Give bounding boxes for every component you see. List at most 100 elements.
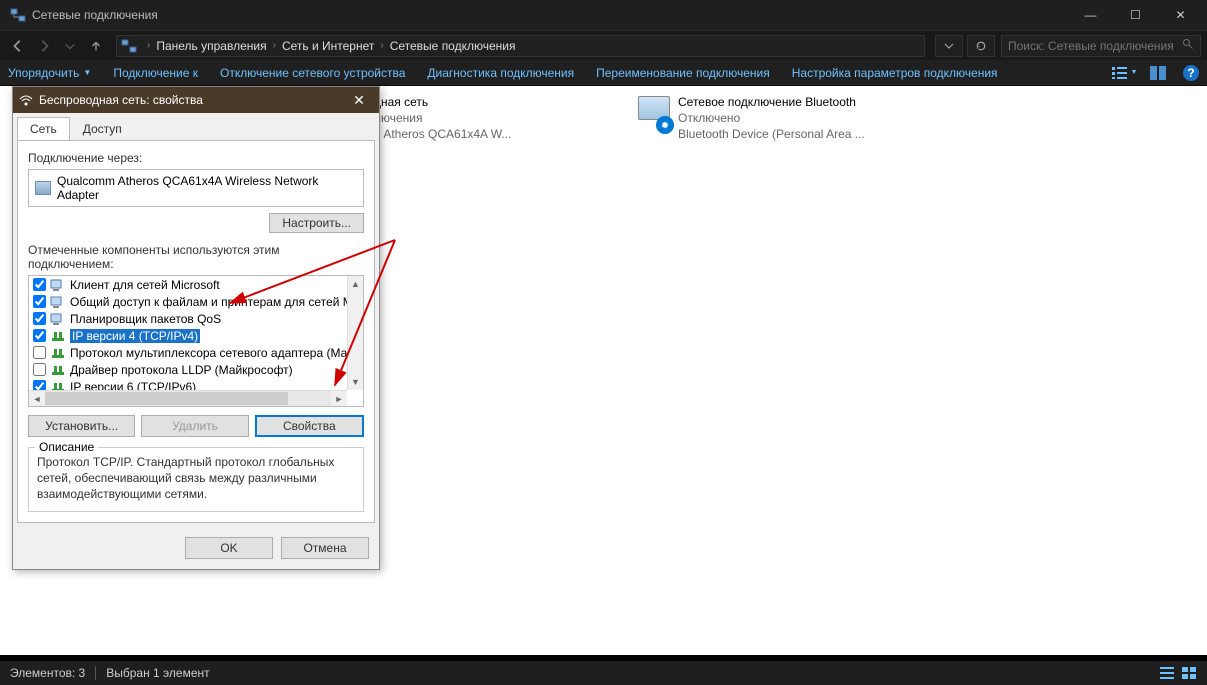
search-box[interactable] bbox=[1001, 35, 1201, 57]
close-button[interactable]: ✕ bbox=[1158, 0, 1203, 30]
connection-item[interactable]: ⁕ Сетевое подключение Bluetooth Отключен… bbox=[634, 94, 874, 143]
crumb-network-connections[interactable]: Сетевые подключения bbox=[390, 39, 516, 53]
scroll-left-icon[interactable]: ◄ bbox=[29, 391, 45, 406]
crumb-network-internet[interactable]: Сеть и Интернет bbox=[282, 39, 374, 53]
description-group: Описание Протокол TCP/IP. Стандартный пр… bbox=[28, 447, 364, 512]
component-item[interactable]: Драйвер протокола LLDP (Майкрософт) bbox=[29, 361, 347, 378]
bluetooth-connection-icon: ⁕ bbox=[634, 94, 674, 134]
component-checkbox[interactable] bbox=[33, 278, 46, 291]
preview-pane-button[interactable] bbox=[1143, 63, 1173, 83]
components-label: Отмеченные компоненты используются этим … bbox=[28, 243, 364, 271]
component-label: Драйвер протокола LLDP (Майкрософт) bbox=[70, 363, 293, 377]
component-label: Протокол мультиплексора сетевого адаптер… bbox=[70, 346, 347, 360]
network-component-icon bbox=[50, 278, 66, 292]
horizontal-scrollbar[interactable]: ◄ ► bbox=[29, 390, 347, 406]
tab-network[interactable]: Сеть bbox=[17, 117, 70, 140]
connect-via-label: Подключение через: bbox=[28, 151, 364, 165]
component-label: Клиент для сетей Microsoft bbox=[70, 278, 220, 292]
dialog-title-bar[interactable]: Беспроводная сеть: свойства ✕ bbox=[13, 87, 379, 113]
connection-item[interactable]: дная сеть лючения n Atheros QCA61x4A W..… bbox=[370, 94, 610, 143]
cancel-button[interactable]: Отмена bbox=[281, 537, 369, 559]
scroll-up-icon[interactable]: ▲ bbox=[348, 276, 363, 292]
component-item[interactable]: Клиент для сетей Microsoft bbox=[29, 276, 347, 293]
component-item[interactable]: Протокол мультиплексора сетевого адаптер… bbox=[29, 344, 347, 361]
details-view-icon[interactable] bbox=[1159, 665, 1175, 681]
adapter-icon bbox=[35, 181, 51, 195]
component-checkbox[interactable] bbox=[33, 363, 46, 376]
chevron-right-icon: › bbox=[147, 40, 150, 51]
tab-access[interactable]: Доступ bbox=[70, 117, 135, 140]
network-component-icon bbox=[50, 329, 66, 343]
minimize-button[interactable]: — bbox=[1068, 0, 1113, 30]
window-title-bar: Сетевые подключения — ☐ ✕ bbox=[0, 0, 1207, 30]
adapter-field: Qualcomm Atheros QCA61x4A Wireless Netwo… bbox=[28, 169, 364, 207]
network-component-icon bbox=[50, 346, 66, 360]
toolbar-diagnose[interactable]: Диагностика подключения bbox=[427, 66, 574, 80]
connection-name: Сетевое подключение Bluetooth bbox=[678, 94, 865, 110]
component-label: Планировщик пакетов QoS bbox=[70, 312, 221, 326]
forward-button[interactable] bbox=[32, 34, 56, 58]
crumb-control-panel[interactable]: Панель управления bbox=[156, 39, 266, 53]
toolbar-settings[interactable]: Настройка параметров подключения bbox=[792, 66, 998, 80]
network-component-icon bbox=[50, 312, 66, 326]
component-label: Общий доступ к файлам и принтерам для се… bbox=[70, 295, 347, 309]
component-item[interactable]: Планировщик пакетов QoS bbox=[29, 310, 347, 327]
connection-name: дная сеть bbox=[374, 94, 511, 110]
up-button[interactable] bbox=[84, 34, 108, 58]
vertical-scrollbar[interactable]: ▲ ▼ bbox=[347, 276, 363, 390]
connection-status: лючения bbox=[374, 110, 511, 126]
properties-button[interactable]: Свойства bbox=[255, 415, 364, 437]
ok-button[interactable]: OK bbox=[185, 537, 273, 559]
scroll-right-icon[interactable]: ► bbox=[331, 391, 347, 406]
toolbar-disable[interactable]: Отключение сетевого устройства bbox=[220, 66, 405, 80]
connection-device: n Atheros QCA61x4A W... bbox=[374, 126, 511, 142]
back-button[interactable] bbox=[6, 34, 30, 58]
toolbar: Упорядочить▼ Подключение к Отключение се… bbox=[0, 60, 1207, 86]
search-icon bbox=[1182, 38, 1194, 53]
view-options-button[interactable]: ▼ bbox=[1109, 63, 1139, 83]
component-label: IP версии 4 (TCP/IPv4) bbox=[70, 329, 200, 343]
network-component-icon bbox=[50, 295, 66, 309]
scroll-thumb[interactable] bbox=[45, 392, 288, 405]
toolbar-connect[interactable]: Подключение к bbox=[113, 66, 198, 80]
refresh-button[interactable] bbox=[967, 35, 995, 57]
component-item[interactable]: IP версии 6 (TCP/IPv6) bbox=[29, 378, 347, 390]
properties-dialog: Беспроводная сеть: свойства ✕ Сеть Досту… bbox=[12, 86, 380, 570]
address-dropdown-button[interactable] bbox=[935, 35, 963, 57]
components-list: Клиент для сетей Microsoft Общий доступ к… bbox=[28, 275, 364, 407]
install-button[interactable]: Установить... bbox=[28, 415, 135, 437]
adapter-name: Qualcomm Atheros QCA61x4A Wireless Netwo… bbox=[57, 174, 357, 202]
network-component-icon bbox=[50, 380, 66, 391]
component-checkbox[interactable] bbox=[33, 346, 46, 359]
organize-menu[interactable]: Упорядочить▼ bbox=[8, 66, 91, 80]
recent-locations-button[interactable] bbox=[58, 34, 82, 58]
maximize-button[interactable]: ☐ bbox=[1113, 0, 1158, 30]
component-checkbox[interactable] bbox=[33, 380, 46, 390]
configure-button[interactable]: Настроить... bbox=[269, 213, 364, 233]
wifi-icon bbox=[19, 93, 33, 107]
network-component-icon bbox=[50, 363, 66, 377]
component-checkbox[interactable] bbox=[33, 295, 46, 308]
status-bar: Элементов: 3 Выбран 1 элемент bbox=[0, 661, 1207, 685]
description-label: Описание bbox=[35, 440, 98, 454]
component-item[interactable]: Общий доступ к файлам и принтерам для се… bbox=[29, 293, 347, 310]
app-icon bbox=[10, 7, 26, 23]
connection-status: Отключено bbox=[678, 110, 865, 126]
component-checkbox[interactable] bbox=[33, 312, 46, 325]
chevron-down-icon: ▼ bbox=[83, 68, 91, 77]
remove-button[interactable]: Удалить bbox=[141, 415, 248, 437]
toolbar-rename[interactable]: Переименование подключения bbox=[596, 66, 770, 80]
component-checkbox[interactable] bbox=[33, 329, 46, 342]
breadcrumb[interactable]: › Панель управления › Сеть и Интернет › … bbox=[116, 35, 925, 57]
navigation-bar: › Панель управления › Сеть и Интернет › … bbox=[0, 30, 1207, 60]
scroll-down-icon[interactable]: ▼ bbox=[348, 374, 363, 390]
description-text: Протокол TCP/IP. Стандартный протокол гл… bbox=[37, 454, 355, 503]
component-label: IP версии 6 (TCP/IPv6) bbox=[70, 380, 196, 391]
help-button[interactable]: ? bbox=[1183, 65, 1199, 81]
large-icons-view-icon[interactable] bbox=[1181, 665, 1197, 681]
dialog-title: Беспроводная сеть: свойства bbox=[39, 93, 345, 107]
search-input[interactable] bbox=[1008, 39, 1182, 53]
dialog-close-button[interactable]: ✕ bbox=[345, 90, 373, 110]
chevron-right-icon: › bbox=[380, 40, 383, 51]
component-item[interactable]: IP версии 4 (TCP/IPv4) bbox=[29, 327, 347, 344]
